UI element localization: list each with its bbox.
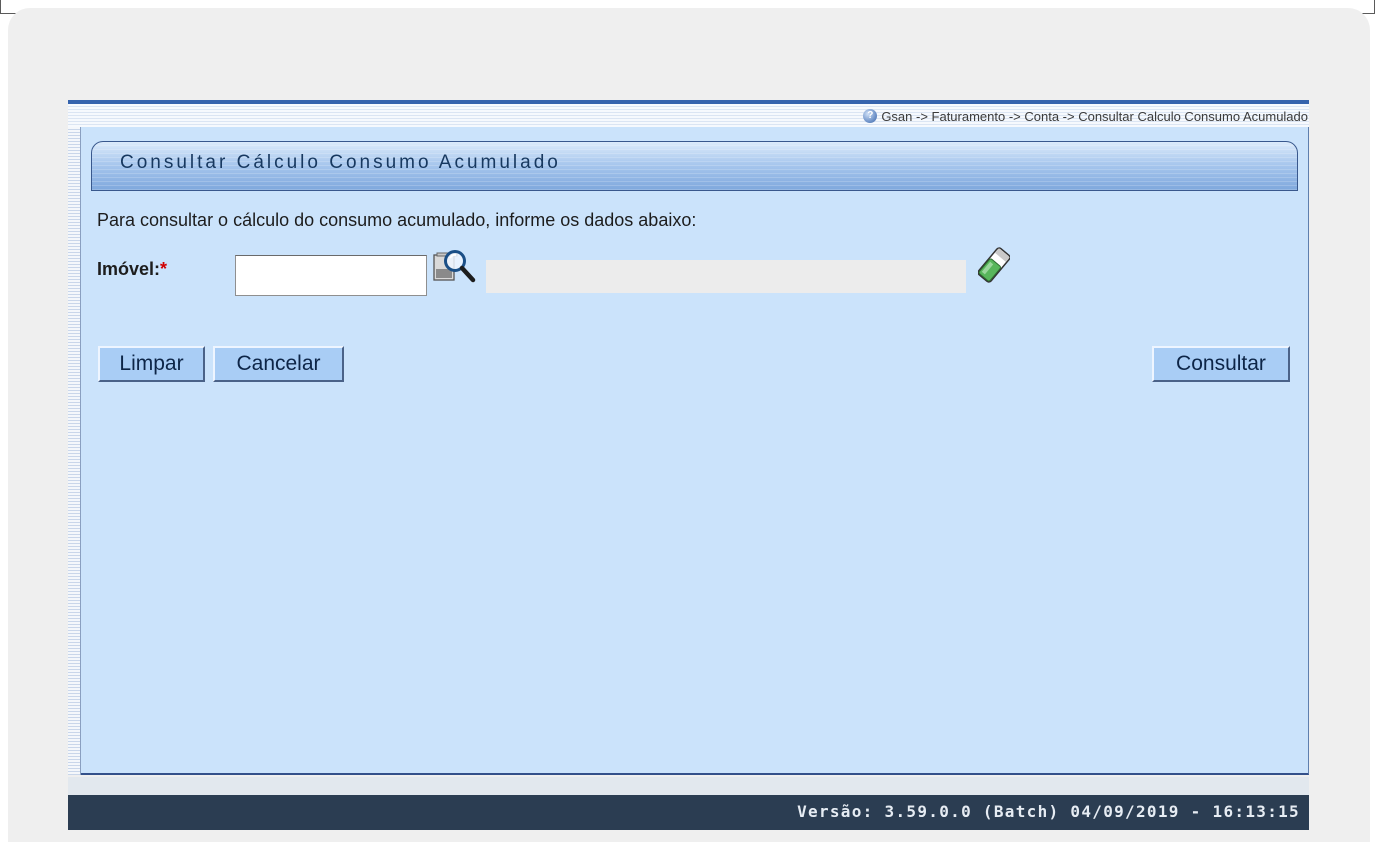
page-title: Consultar Cálculo Consumo Acumulado [120,152,561,173]
page-title-tab: Consultar Cálculo Consumo Acumulado [91,141,1298,191]
limpar-button[interactable]: Limpar [98,346,205,382]
eraser-icon[interactable] [977,245,1011,285]
cancelar-button[interactable]: Cancelar [213,346,344,382]
footer-separator [68,777,1309,795]
consultar-button[interactable]: Consultar [1152,346,1290,382]
instruction-text: Para consultar o cálculo do consumo acum… [97,210,697,230]
imovel-label-text: Imóvel: [97,259,161,279]
breadcrumb-text: Gsan -> Faturamento -> Conta -> Consulta… [881,108,1308,124]
imovel-input[interactable] [235,255,427,296]
version-text: Versão: 3.59.0.0 (Batch) 04/09/2019 - 16… [797,802,1300,821]
main-content: Consultar Cálculo Consumo Acumulado Para… [81,127,1309,775]
help-icon[interactable]: ? [863,109,878,123]
breadcrumb-bar: ? Gsan -> Faturamento -> Conta -> Consul… [68,104,1309,127]
search-icon[interactable] [431,247,481,287]
breadcrumb: ? Gsan -> Faturamento -> Conta -> Consul… [863,107,1308,125]
imovel-description-field [486,260,966,293]
imovel-label: Imóvel:* [97,259,167,280]
left-rail [68,127,81,775]
footer-bar: Versão: 3.59.0.0 (Batch) 04/09/2019 - 16… [68,795,1309,830]
required-mark: * [160,259,168,279]
